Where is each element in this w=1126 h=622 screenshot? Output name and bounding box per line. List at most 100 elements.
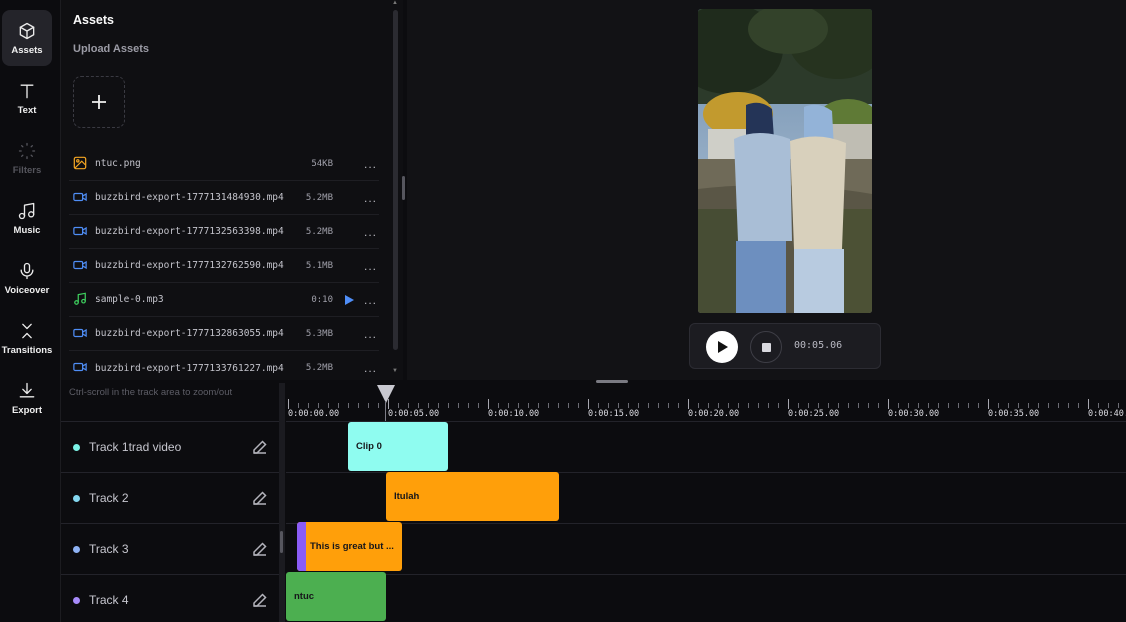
ruler-tick (768, 403, 769, 408)
ruler-tick (988, 399, 989, 409)
image-icon (73, 156, 87, 170)
track-divider-handle[interactable] (280, 531, 283, 553)
ruler-tick (1018, 403, 1019, 408)
more-options-icon[interactable]: ... (364, 293, 377, 307)
asset-name: buzzbird-export-1777133761227.mp4 (95, 362, 284, 374)
nav-label: Music (13, 224, 41, 236)
panel-resize-handle[interactable] (402, 176, 405, 200)
scroll-down-arrow[interactable]: ▼ (392, 368, 398, 374)
asset-item[interactable]: buzzbird-export-1777132762590.mp4 5.1MB … (69, 249, 379, 283)
ruler-tick (658, 403, 659, 408)
upload-button[interactable] (73, 76, 125, 128)
nav-filters[interactable]: Filters (2, 130, 52, 186)
ruler-label: 0:00:35.00 (988, 409, 1040, 419)
more-options-icon[interactable]: ... (364, 157, 377, 171)
ruler-tick (1008, 403, 1009, 408)
asset-size: 5.2MB (305, 192, 333, 203)
nav-voiceover[interactable]: Voiceover (2, 250, 52, 306)
ruler-tick (1068, 403, 1069, 408)
timeline-clip[interactable]: Itulah (386, 472, 559, 521)
ruler-tick (608, 403, 609, 408)
nav-export[interactable]: Export (2, 370, 52, 426)
video-icon (73, 192, 87, 202)
clip-label: Clip 0 (356, 441, 382, 452)
ruler-tick (738, 403, 739, 408)
ruler-tick (428, 403, 429, 408)
more-options-icon[interactable]: ... (364, 361, 377, 375)
ruler-tick (298, 403, 299, 408)
asset-item[interactable]: buzzbird-export-1777133761227.mp4 5.2MB … (69, 351, 379, 385)
asset-item[interactable]: sample-0.mp3 0:10 ... (69, 283, 379, 317)
scroll-up-arrow[interactable]: ▲ (392, 0, 398, 6)
asset-name: buzzbird-export-1777132563398.mp4 (95, 226, 284, 237)
ruler-tick (518, 403, 519, 408)
ruler-tick (318, 403, 319, 408)
ruler-tick (1088, 399, 1089, 409)
ruler-tick (708, 403, 709, 408)
asset-size: 5.2MB (305, 226, 333, 237)
ruler-tick (508, 403, 509, 408)
timeline-clip[interactable]: This is great but ... (297, 522, 402, 571)
track-color-dot (73, 443, 80, 451)
track-area[interactable]: Clip 0 Itulah This is great but ... ntuc (286, 421, 1126, 622)
edit-track-button[interactable] (253, 542, 267, 556)
ruler-tick (858, 403, 859, 408)
assets-panel: Assets Upload Assets ntuc.png 54KB ... b… (61, 0, 403, 380)
ruler-label: 0:00:10.00 (488, 409, 540, 419)
ruler-tick (348, 403, 349, 408)
ruler-tick (688, 399, 689, 409)
asset-size: 54KB (311, 158, 333, 169)
edit-track-button[interactable] (253, 440, 267, 454)
timeline-clip[interactable]: ntuc (286, 572, 386, 621)
playhead-handle[interactable] (377, 385, 395, 403)
ruler-tick (438, 403, 439, 408)
nav-transitions[interactable]: Transitions (2, 310, 52, 366)
asset-item[interactable]: ntuc.png 54KB ... (69, 147, 379, 181)
edit-track-button[interactable] (253, 593, 267, 607)
nav-text[interactable]: Text (2, 70, 52, 126)
ruler-tick (808, 403, 809, 408)
ruler-tick (578, 403, 579, 408)
ruler-tick (288, 399, 289, 409)
nav-music[interactable]: Music (2, 190, 52, 246)
track-divider (279, 383, 285, 622)
ruler-tick (538, 403, 539, 408)
ruler-label: 0:00:15.00 (588, 409, 640, 419)
ruler-tick (588, 399, 589, 409)
timeline-ruler[interactable]: 0:00:00.00 0:00:05.00 0:00:10.00 0:00:15… (286, 383, 1126, 421)
asset-item[interactable]: buzzbird-export-1777131484930.mp4 5.2MB … (69, 181, 379, 215)
transitions-icon (22, 323, 32, 338)
nav-label: Filters (12, 164, 42, 176)
ruler-tick (338, 403, 339, 408)
video-icon (73, 226, 87, 236)
track-name: Track 3 (89, 542, 129, 556)
nav-assets[interactable]: Assets (2, 10, 52, 66)
timeline-clip[interactable]: Clip 0 (348, 422, 448, 471)
more-options-icon[interactable]: ... (364, 225, 377, 239)
video-icon (73, 260, 87, 270)
play-button[interactable] (706, 331, 738, 363)
more-options-icon[interactable]: ... (364, 327, 377, 341)
assets-scrollbar[interactable] (393, 10, 398, 350)
track-name: Track 4 (89, 593, 129, 607)
ruler-tick (528, 403, 529, 408)
clip-transition-marker[interactable] (297, 522, 306, 571)
play-icon[interactable] (345, 295, 354, 305)
stop-button[interactable] (750, 331, 782, 363)
ruler-tick (798, 403, 799, 408)
edit-track-button[interactable] (253, 491, 267, 505)
track-lane (286, 523, 1126, 574)
video-icon (73, 328, 87, 338)
ruler-tick (748, 403, 749, 408)
asset-item[interactable]: buzzbird-export-1777132863055.mp4 5.3MB … (69, 317, 379, 351)
track-color-dot (73, 545, 80, 553)
playback-time: 00:05.06 (794, 340, 843, 351)
track-header: Track 2 (61, 472, 279, 523)
more-options-icon[interactable]: ... (364, 191, 377, 205)
more-options-icon[interactable]: ... (364, 259, 377, 273)
upload-assets-title: Upload Assets (73, 43, 150, 55)
ruler-tick (898, 403, 899, 408)
pencil-icon (253, 593, 267, 607)
asset-item[interactable]: buzzbird-export-1777132563398.mp4 5.2MB … (69, 215, 379, 249)
ruler-tick (308, 403, 309, 408)
